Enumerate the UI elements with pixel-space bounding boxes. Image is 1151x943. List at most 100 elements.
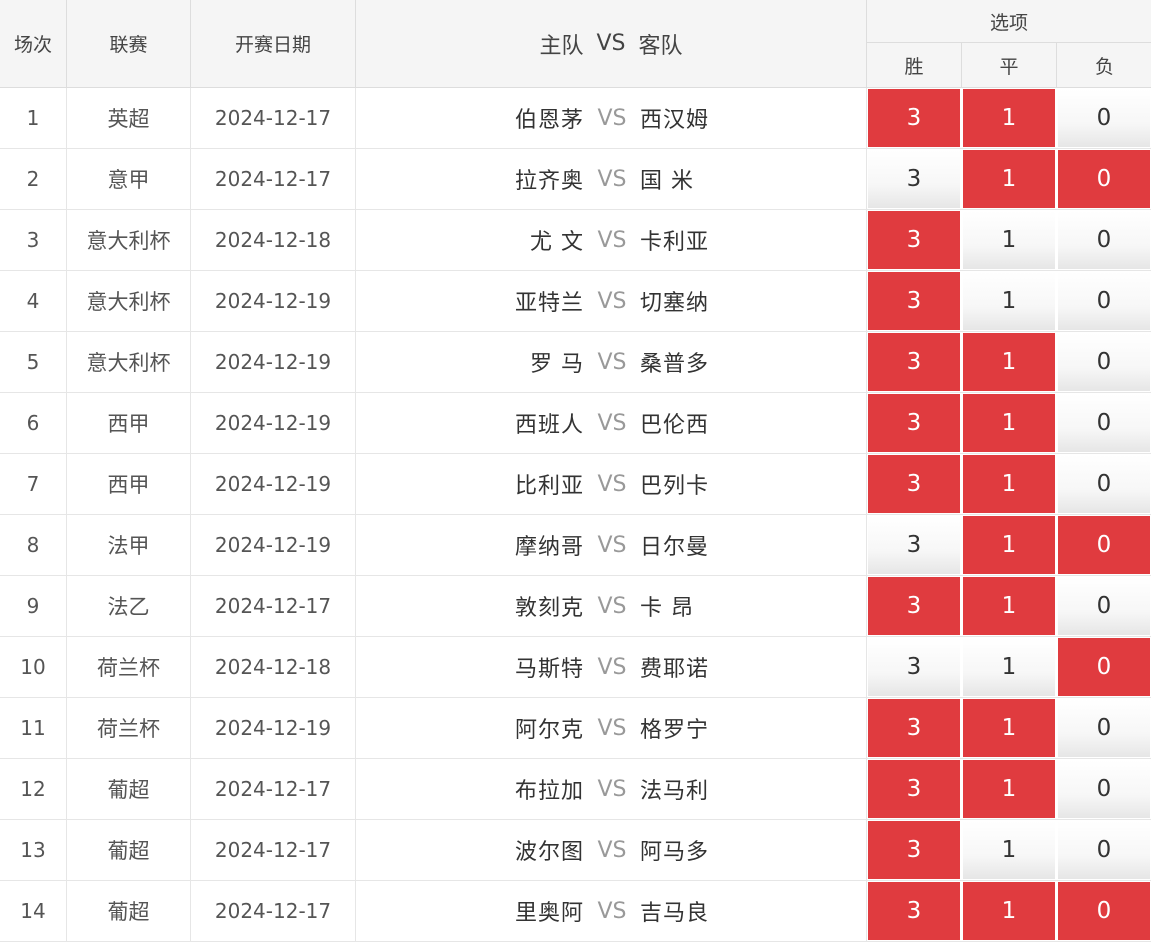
- match-date: 2024-12-17: [191, 881, 356, 941]
- home-team: 比利亚: [514, 474, 584, 499]
- option-win-button[interactable]: 3: [868, 272, 960, 330]
- option-win-button[interactable]: 3: [868, 455, 960, 513]
- match-no: 13: [0, 820, 67, 880]
- league-name: 葡超: [67, 881, 191, 941]
- option-win-button[interactable]: 3: [868, 882, 960, 940]
- option-win-button[interactable]: 3: [868, 699, 960, 757]
- vs-label: VS: [597, 166, 627, 192]
- option-win-button[interactable]: 3: [868, 760, 960, 818]
- home-team: 伯恩茅: [514, 108, 584, 133]
- option-win-button[interactable]: 3: [868, 638, 960, 696]
- option-lose-button[interactable]: 0: [1058, 455, 1150, 513]
- header-date: 开赛日期: [191, 0, 356, 87]
- vs-label: VS: [597, 898, 627, 924]
- league-name: 意大利杯: [67, 271, 191, 331]
- option-draw-button[interactable]: 1: [963, 394, 1055, 452]
- option-draw-button[interactable]: 1: [963, 333, 1055, 391]
- away-team: 格罗宁: [640, 718, 710, 743]
- match-no: 10: [0, 637, 67, 697]
- option-win-button[interactable]: 3: [868, 394, 960, 452]
- league-name: 英超: [67, 88, 191, 148]
- table-row: 4 意大利杯 2024-12-19 亚特兰 VS 切塞纳 3 1 0: [0, 271, 1151, 332]
- away-team: 巴伦西: [640, 413, 710, 438]
- match-date: 2024-12-17: [191, 88, 356, 148]
- table-row: 11 荷兰杯 2024-12-19 阿尔克 VS 格罗宁 3 1 0: [0, 698, 1151, 759]
- table-body: 1 英超 2024-12-17 伯恩茅 VS 西汉姆 3 1 0 2 意甲 2024-12-17 拉齐奥…: [0, 88, 1151, 942]
- header-options-title: 选项: [867, 0, 1151, 43]
- league-name: 西甲: [67, 393, 191, 453]
- option-draw-button[interactable]: 1: [963, 211, 1055, 269]
- match-no: 5: [0, 332, 67, 392]
- match-teams: 摩纳哥 VS 日尔曼: [356, 515, 867, 575]
- option-win-button[interactable]: 3: [868, 333, 960, 391]
- header-option-win: 胜: [867, 43, 962, 87]
- option-lose-button[interactable]: 0: [1058, 272, 1150, 330]
- table-row: 7 西甲 2024-12-19 比利亚 VS 巴列卡 3 1 0: [0, 454, 1151, 515]
- league-name: 法甲: [67, 515, 191, 575]
- league-name: 意大利杯: [67, 210, 191, 270]
- match-teams: 马斯特 VS 费耶诺: [356, 637, 867, 697]
- option-lose-button[interactable]: 0: [1058, 394, 1150, 452]
- home-team: 尤 文: [530, 230, 584, 255]
- option-draw-button[interactable]: 1: [963, 516, 1055, 574]
- table-row: 14 葡超 2024-12-17 里奥阿 VS 吉马良 3 1 0: [0, 881, 1151, 942]
- away-team: 西汉姆: [640, 108, 710, 133]
- home-team: 罗 马: [530, 352, 584, 377]
- vs-label: VS: [597, 776, 627, 802]
- match-teams: 敦刻克 VS 卡 昂: [356, 576, 867, 636]
- option-draw-button[interactable]: 1: [963, 455, 1055, 513]
- match-teams: 西班人 VS 巴伦西: [356, 393, 867, 453]
- away-team: 日尔曼: [640, 535, 710, 560]
- option-lose-button[interactable]: 0: [1058, 699, 1150, 757]
- match-date: 2024-12-18: [191, 637, 356, 697]
- header-league: 联赛: [67, 0, 191, 87]
- option-lose-button[interactable]: 0: [1058, 577, 1150, 635]
- option-lose-button[interactable]: 0: [1058, 516, 1150, 574]
- option-draw-button[interactable]: 1: [963, 150, 1055, 208]
- away-team: 国 米: [640, 169, 694, 194]
- option-lose-button[interactable]: 0: [1058, 89, 1150, 147]
- option-lose-button[interactable]: 0: [1058, 821, 1150, 879]
- option-draw-button[interactable]: 1: [963, 821, 1055, 879]
- match-date: 2024-12-17: [191, 576, 356, 636]
- option-lose-button[interactable]: 0: [1058, 760, 1150, 818]
- home-team: 拉齐奥: [514, 169, 584, 194]
- match-teams: 比利亚 VS 巴列卡: [356, 454, 867, 514]
- table-row: 9 法乙 2024-12-17 敦刻克 VS 卡 昂 310: [0, 576, 1151, 637]
- table-row: 13 葡超 2024-12-17 波尔图 VS 阿马多 3 1 0: [0, 820, 1151, 881]
- option-win-button[interactable]: 3: [868, 211, 960, 269]
- vs-label: VS: [597, 837, 627, 863]
- match-no: 8: [0, 515, 67, 575]
- option-lose-button[interactable]: 0: [1058, 211, 1150, 269]
- league-name: 葡超: [67, 759, 191, 819]
- table-row: 2 意甲 2024-12-17 拉齐奥 VS 国 米 310: [0, 149, 1151, 210]
- option-lose-button[interactable]: 0: [1058, 333, 1150, 391]
- option-draw-button[interactable]: 1: [963, 89, 1055, 147]
- table-row: 10 荷兰杯 2024-12-18 马斯特 VS 费耶诺 3 1 0: [0, 637, 1151, 698]
- option-win-button[interactable]: 3: [868, 89, 960, 147]
- match-teams: 阿尔克 VS 格罗宁: [356, 698, 867, 758]
- option-draw-button[interactable]: 1: [963, 638, 1055, 696]
- league-name: 法乙: [67, 576, 191, 636]
- match-teams: 尤 文 VS 卡利亚: [356, 210, 867, 270]
- option-win-button[interactable]: 3: [868, 150, 960, 208]
- option-draw-button[interactable]: 1: [963, 272, 1055, 330]
- option-win-button[interactable]: 3: [868, 821, 960, 879]
- away-team: 桑普多: [640, 352, 710, 377]
- match-teams: 罗 马 VS 桑普多: [356, 332, 867, 392]
- option-draw-button[interactable]: 1: [963, 577, 1055, 635]
- option-draw-button[interactable]: 1: [963, 699, 1055, 757]
- option-lose-button[interactable]: 0: [1058, 638, 1150, 696]
- option-draw-button[interactable]: 1: [963, 760, 1055, 818]
- option-win-button[interactable]: 3: [868, 516, 960, 574]
- vs-label: VS: [597, 471, 627, 497]
- option-draw-button[interactable]: 1: [963, 882, 1055, 940]
- option-lose-button[interactable]: 0: [1058, 882, 1150, 940]
- header-home: 主队: [539, 33, 584, 59]
- match-no: 9: [0, 576, 67, 636]
- away-team: 费耶诺: [640, 657, 710, 682]
- option-lose-button[interactable]: 0: [1058, 150, 1150, 208]
- home-team: 阿尔克: [514, 718, 584, 743]
- option-win-button[interactable]: 3: [868, 577, 960, 635]
- away-team: 法马利: [640, 779, 710, 804]
